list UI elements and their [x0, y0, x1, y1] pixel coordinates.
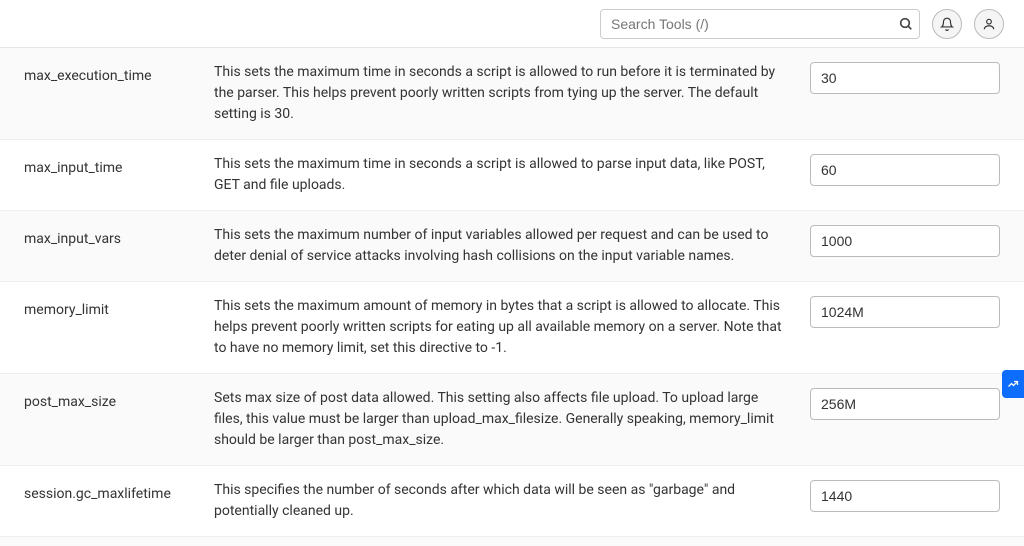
search-button[interactable]	[898, 16, 914, 32]
setting-description: This sets the maximum time in seconds a …	[214, 154, 790, 196]
setting-row: session.gc_maxlifetime This specifies th…	[0, 466, 1024, 537]
setting-control	[810, 480, 1000, 512]
setting-row: max_input_time This sets the maximum tim…	[0, 140, 1024, 211]
setting-description: This sets the maximum amount of memory i…	[214, 296, 790, 359]
user-menu-button[interactable]	[974, 9, 1004, 39]
setting-control	[810, 296, 1000, 328]
setting-value-input[interactable]	[810, 154, 1000, 186]
setting-row: max_input_vars This sets the maximum num…	[0, 211, 1024, 282]
setting-key: session.gc_maxlifetime	[24, 480, 194, 502]
setting-control	[810, 225, 1000, 257]
setting-value-input[interactable]	[810, 480, 1000, 512]
user-icon	[982, 17, 996, 31]
setting-description: This sets the maximum time in seconds a …	[214, 62, 790, 125]
search-wrap	[600, 9, 920, 39]
setting-value-input[interactable]	[810, 225, 1000, 257]
notifications-button[interactable]	[932, 9, 962, 39]
search-input[interactable]	[600, 9, 920, 39]
setting-row: max_execution_time This sets the maximum…	[0, 48, 1024, 140]
setting-key: max_input_time	[24, 154, 194, 176]
setting-row: post_max_size Sets max size of post data…	[0, 374, 1024, 466]
setting-control	[810, 62, 1000, 94]
setting-description: This sets the maximum number of input va…	[214, 225, 790, 267]
bell-icon	[940, 17, 954, 31]
setting-value-input[interactable]	[810, 62, 1000, 94]
chart-icon	[1007, 378, 1019, 390]
setting-key: max_input_vars	[24, 225, 194, 247]
setting-control	[810, 388, 1000, 420]
setting-description: Sets max size of post data allowed. This…	[214, 388, 790, 451]
setting-row: memory_limit This sets the maximum amoun…	[0, 282, 1024, 374]
side-stats-tab[interactable]	[1002, 370, 1024, 398]
search-icon	[898, 16, 914, 32]
setting-description: This specifies the number of seconds aft…	[214, 480, 790, 522]
setting-value-input[interactable]	[810, 296, 1000, 328]
setting-control	[810, 154, 1000, 186]
setting-key: max_execution_time	[24, 62, 194, 84]
setting-value-input[interactable]	[810, 388, 1000, 420]
setting-key: post_max_size	[24, 388, 194, 410]
setting-row: session.save_path session.save_path defi…	[0, 537, 1024, 546]
settings-list[interactable]: max_execution_time This sets the maximum…	[0, 48, 1024, 546]
topbar	[0, 0, 1024, 48]
setting-key: memory_limit	[24, 296, 194, 318]
